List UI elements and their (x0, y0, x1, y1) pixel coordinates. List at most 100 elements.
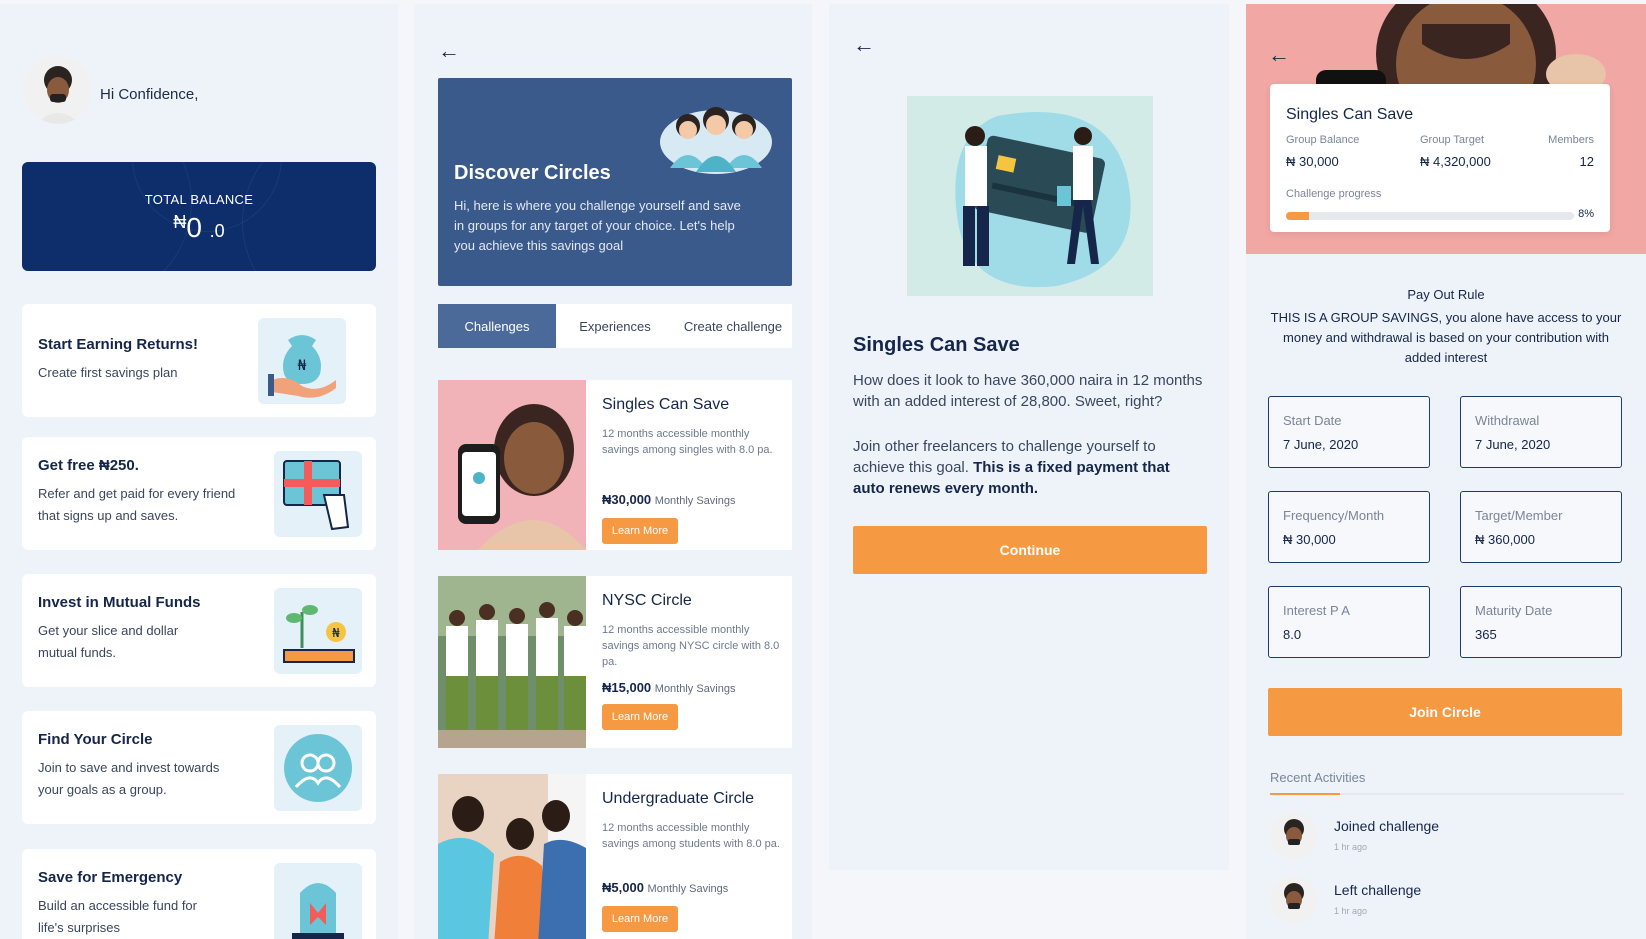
circle-detail-screen: ← Singles Can Save How does it look to h… (829, 4, 1229, 870)
tab-experiences[interactable]: Experiences (556, 304, 674, 348)
progress-label: Challenge progress (1286, 188, 1382, 200)
group-target-label: Group Target (1420, 134, 1485, 146)
start-date-field[interactable]: Start Date 7 June, 2020 (1268, 396, 1430, 468)
field-value: 365 (1475, 627, 1497, 642)
circle-card-nysc[interactable]: NYSC Circle 12 months accessible monthly… (438, 576, 792, 748)
feature-title: Start Earning Returns! (38, 336, 199, 353)
circle-amount: ₦5,000 Monthly Savings (602, 880, 729, 895)
activity-time: 1 hr ago (1334, 842, 1368, 852)
circle-name: NYSC Circle (602, 592, 692, 609)
field-value: ₦ 30,000 (1283, 532, 1336, 547)
group-target-value: ₦ 4,320,000 (1420, 154, 1491, 169)
learn-more-button[interactable]: Learn More (602, 518, 678, 544)
field-label: Frequency/Month (1283, 508, 1385, 523)
svg-text:₦: ₦ (298, 358, 307, 374)
plant-growth-icon: ₦ (274, 588, 362, 674)
discover-banner: Discover Circles Hi, here is where you c… (438, 78, 792, 286)
circle-photo (438, 774, 586, 939)
maturity-date-field[interactable]: Maturity Date 365 (1460, 586, 1622, 658)
field-value: 8.0 (1283, 627, 1302, 642)
activity-time: 1 hr ago (1334, 906, 1368, 916)
recent-divider (1270, 793, 1624, 795)
join-circle-screen: ← Singles Can Save Group Balance ₦ 30,00… (1246, 4, 1646, 939)
greeting: Hi Confidence, (100, 86, 199, 103)
payout-title: Pay Out Rule (1407, 287, 1485, 302)
withdrawal-field[interactable]: Withdrawal 7 June, 2020 (1460, 396, 1622, 468)
avatar (1270, 876, 1318, 924)
activity-name: Left challenge (1334, 882, 1422, 898)
activity-name: Joined challenge (1334, 818, 1440, 834)
money-bag-icon: ₦ (258, 318, 346, 404)
feature-card-mutual-funds[interactable]: Invest in Mutual Funds Get your slice an… (22, 574, 376, 687)
members-label: Members (1548, 134, 1594, 146)
feature-card-earning[interactable]: Start Earning Returns! Create first savi… (22, 304, 376, 417)
circle-name: Undergraduate Circle (602, 790, 755, 807)
feature-card-emergency[interactable]: Save for Emergency Build an accessible f… (22, 849, 376, 939)
balance-card[interactable]: TOTAL BALANCE ₦0 .0 (22, 162, 376, 271)
field-value: 7 June, 2020 (1475, 437, 1551, 452)
detail-title: Singles Can Save (853, 334, 1020, 356)
detail-desc-fixed: Join other freelancers to challenge your… (853, 438, 1170, 497)
avatar (1270, 812, 1318, 860)
discover-screen: ← Discover Circles Hi, here is where you… (414, 4, 812, 939)
tab-challenges[interactable]: Challenges (438, 304, 556, 348)
activity-item: Left challenge 1 hr ago (1270, 876, 1570, 926)
circle-amount: ₦15,000 Monthly Savings (602, 680, 736, 695)
recent-activities-heading[interactable]: Recent Activities (1270, 770, 1365, 785)
home-screen: Hi Confidence, TOTAL BALANCE ₦0 .0 Start… (0, 4, 398, 939)
circle-photo (438, 380, 586, 550)
field-label: Interest P A (1283, 603, 1350, 618)
progress-bar (1286, 212, 1574, 220)
frequency-field[interactable]: Frequency/Month ₦ 30,000 (1268, 491, 1430, 563)
credit-card-illustration (907, 96, 1153, 296)
learn-more-button[interactable]: Learn More (602, 704, 678, 730)
gift-card-icon (274, 451, 362, 537)
field-label: Maturity Date (1475, 603, 1553, 618)
detail-desc: How does it look to have 360,000 naira i… (853, 372, 1203, 410)
join-circle-button[interactable]: Join Circle (1268, 688, 1622, 736)
circle-photo (438, 576, 586, 748)
continue-button[interactable]: Continue (853, 526, 1207, 574)
learn-more-button[interactable]: Learn More (602, 906, 678, 932)
group-avatars-icon (656, 92, 776, 176)
circle-card-undergraduate[interactable]: Undergraduate Circle 12 months accessibl… (438, 774, 792, 939)
payout-rule: Pay Out Rule THIS IS A GROUP SAVINGS, yo… (1266, 287, 1626, 368)
interest-field[interactable]: Interest P A 8.0 (1268, 586, 1430, 658)
feature-title: Save for Emergency (38, 869, 183, 886)
group-balance-value: ₦ 30,000 (1286, 154, 1339, 169)
balance-label: TOTAL BALANCE (144, 192, 254, 207)
back-arrow-icon[interactable]: ← (853, 32, 875, 58)
field-label: Target/Member (1475, 508, 1563, 523)
field-value: 7 June, 2020 (1283, 437, 1359, 452)
tab-create-challenge[interactable]: Create challenge (674, 304, 792, 348)
members-value: 12 (1579, 154, 1594, 169)
circle-desc: 12 months accessible monthly savings amo… (602, 624, 780, 668)
feature-title: Find Your Circle (38, 731, 153, 748)
payout-desc: THIS IS A GROUP SAVINGS, you alone have … (1270, 310, 1622, 365)
circle-tabs: Challenges Experiences Create challenge (438, 304, 792, 348)
balance-amount: ₦0 .0 (173, 212, 225, 243)
feature-title: Get free ₦250. (38, 457, 139, 474)
circle-card-singles[interactable]: Singles Can Save 12 months accessible mo… (438, 380, 792, 550)
activity-item: Joined challenge 1 hr ago (1270, 812, 1570, 862)
svg-text:₦: ₦ (332, 626, 340, 640)
feature-desc: Refer and get paid for every friend that… (38, 486, 236, 523)
field-label: Start Date (1283, 413, 1342, 428)
back-arrow-icon[interactable]: ← (438, 38, 460, 64)
target-member-field[interactable]: Target/Member ₦ 360,000 (1460, 491, 1622, 563)
summary-title: Singles Can Save (1286, 106, 1414, 123)
progress-percent: 8% (1578, 208, 1594, 220)
circle-name: Singles Can Save (602, 396, 730, 413)
feature-desc: Create first savings plan (38, 365, 178, 380)
discover-desc: Hi, here is where you challenge yourself… (454, 198, 741, 253)
circle-desc: 12 months accessible monthly savings amo… (602, 428, 773, 456)
feature-desc: Build an accessible fund for life's surp… (38, 898, 197, 935)
circle-desc: 12 months accessible monthly savings amo… (602, 822, 780, 850)
circle-amount: ₦30,000 Monthly Savings (602, 492, 736, 507)
avatar[interactable] (24, 56, 92, 124)
back-arrow-icon[interactable]: ← (1268, 42, 1290, 68)
feature-card-circle[interactable]: Find Your Circle Join to save and invest… (22, 711, 376, 824)
feature-card-referral[interactable]: Get free ₦250. Refer and get paid for ev… (22, 437, 376, 550)
feature-desc: Get your slice and dollar mutual funds. (38, 623, 179, 660)
discover-title: Discover Circles (454, 162, 611, 184)
